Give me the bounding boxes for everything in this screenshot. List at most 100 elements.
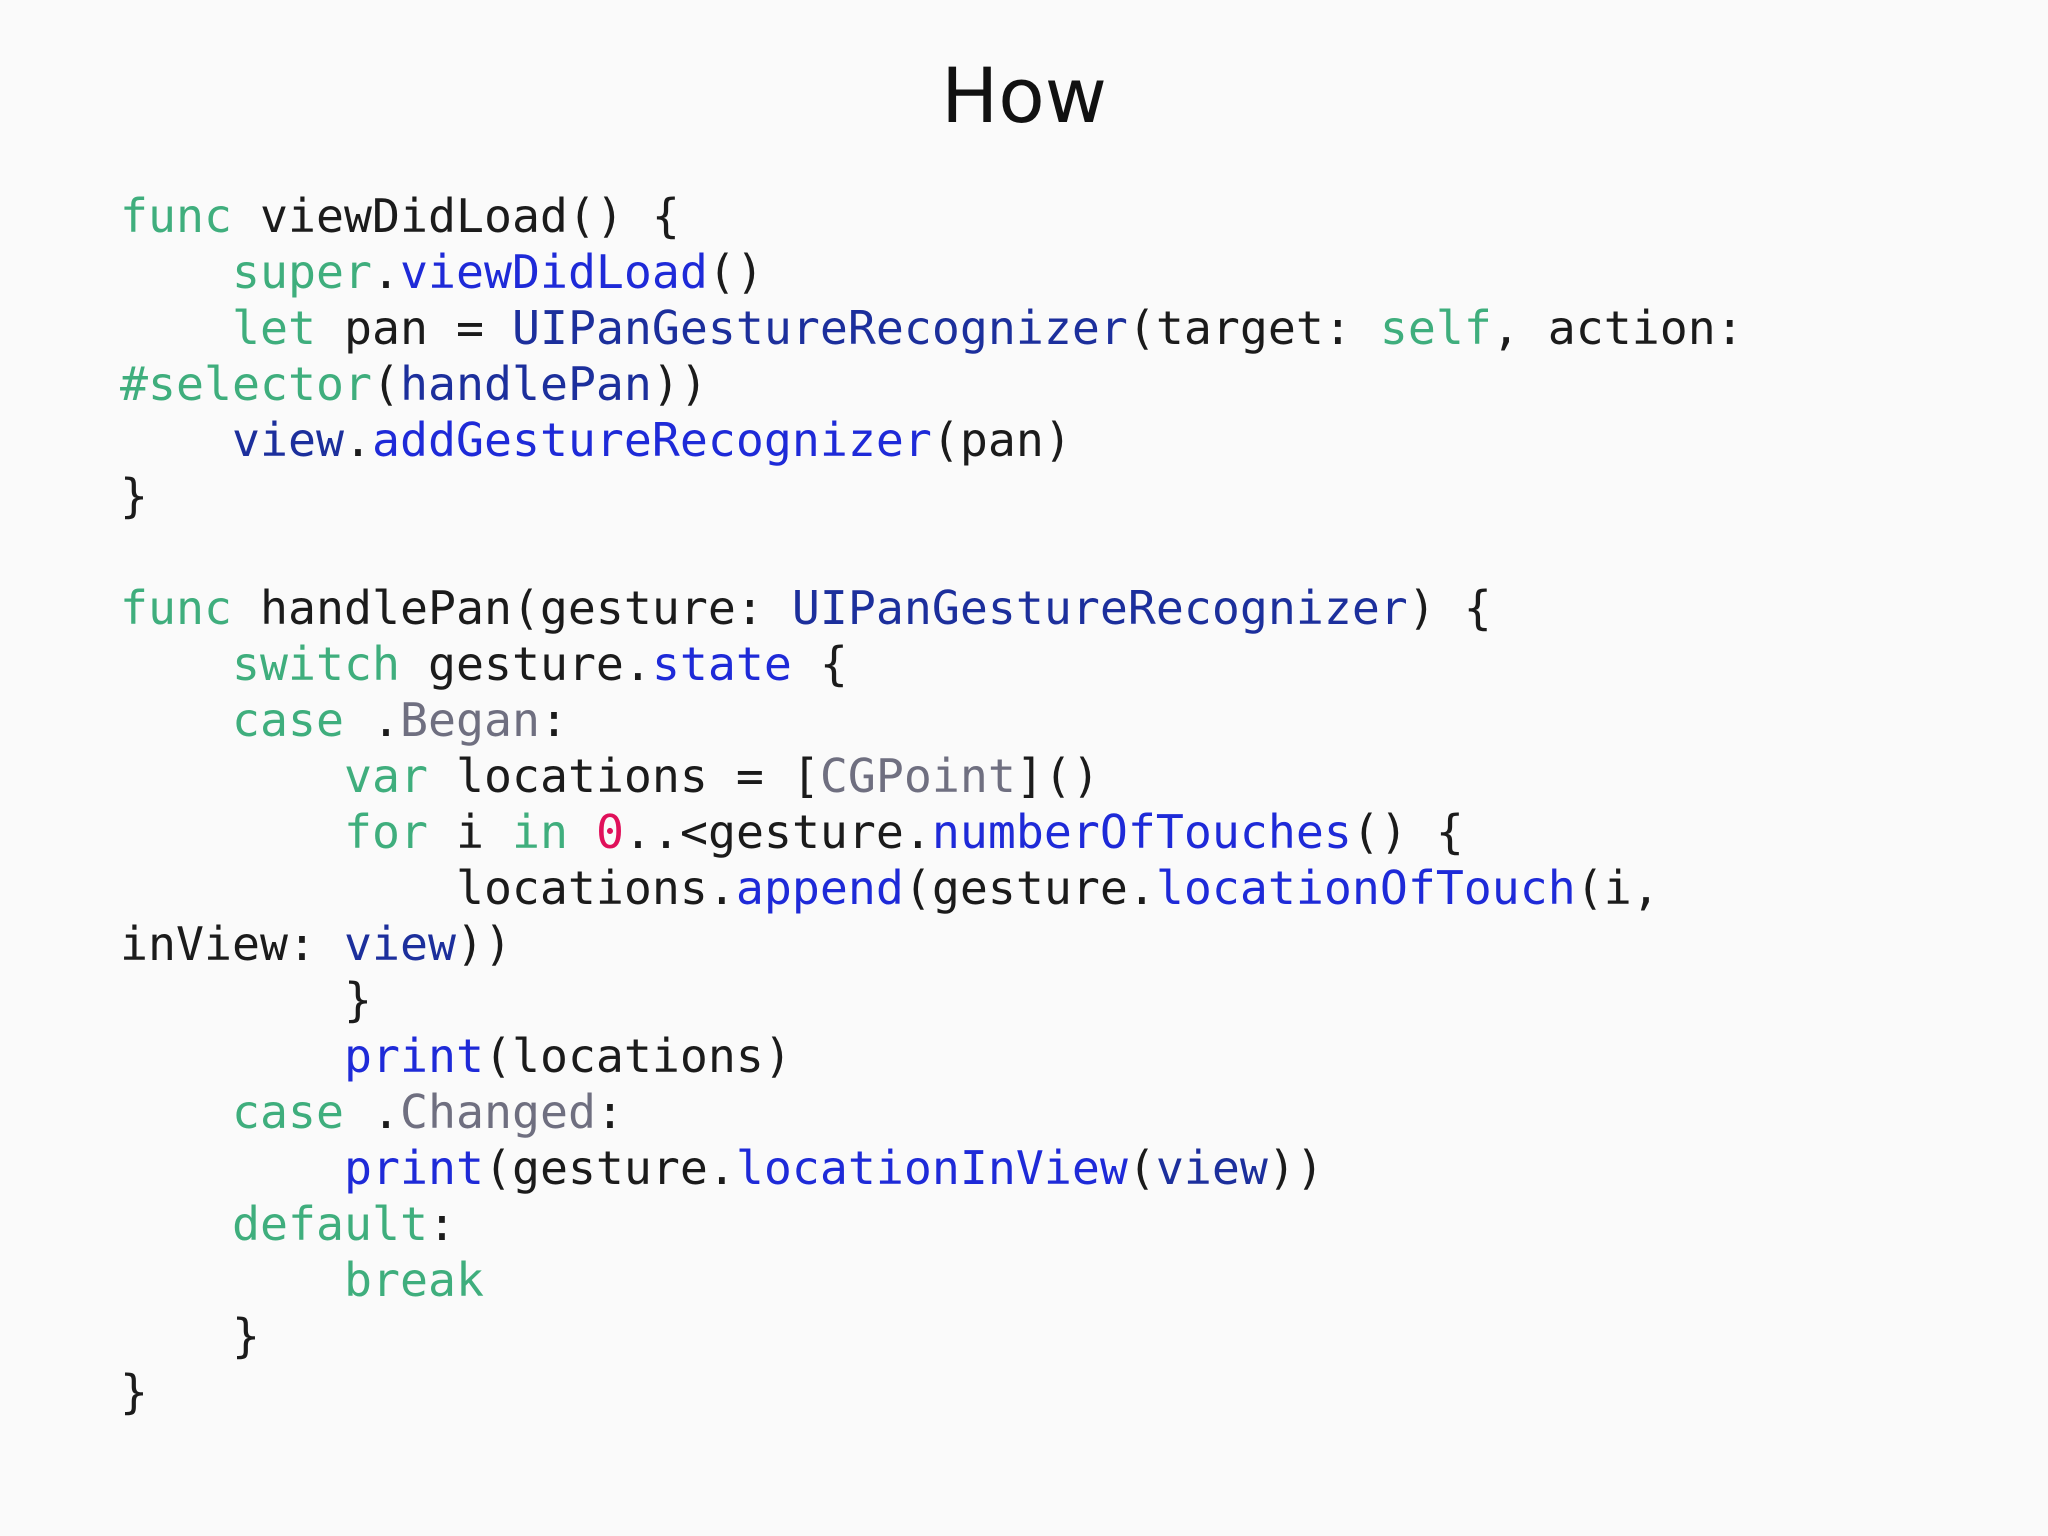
- code-line: }: [120, 1308, 1744, 1364]
- code-line: var locations = [CGPoint](): [120, 748, 1744, 804]
- code-token-plain: (: [1127, 1141, 1156, 1195]
- code-token-plain: (): [707, 245, 764, 299]
- code-line: default:: [120, 1196, 1744, 1252]
- code-token-plain: (i,: [1575, 861, 1660, 915]
- code-token-plain: .: [343, 413, 372, 467]
- code-token-enum: Changed: [399, 1085, 596, 1139]
- code-token-plain: }: [120, 973, 372, 1027]
- code-token-plain: )): [455, 917, 512, 971]
- code-token-plain: }: [120, 469, 148, 523]
- code-token-plain: }: [120, 1365, 148, 1419]
- code-token-type: UIPanGestureRecognizer: [511, 301, 1128, 355]
- code-line: inView: view)): [120, 916, 1744, 972]
- code-token-keyword: func: [120, 581, 232, 635]
- code-token-keyword: case: [231, 693, 344, 747]
- code-token-plain: viewDidLoad() {: [231, 189, 680, 243]
- code-token-plain: (: [371, 357, 400, 411]
- code-token-method: locationOfTouch: [1155, 861, 1576, 915]
- code-token-plain: gesture.: [399, 637, 652, 691]
- code-token-method: viewDidLoad: [399, 245, 708, 299]
- code-token-plain: :: [539, 693, 568, 747]
- code-token-type: handlePan: [399, 357, 652, 411]
- code-token-keyword: case: [231, 1085, 344, 1139]
- code-token-plain: .: [343, 1085, 400, 1139]
- code-token-type: view: [343, 917, 456, 971]
- slide: How func viewDidLoad() { super.viewDidLo…: [0, 0, 2048, 1536]
- code-token-plain: {: [791, 637, 848, 691]
- code-token-plain: }: [120, 1309, 260, 1363]
- code-token-type: view: [1155, 1141, 1268, 1195]
- code-token-keyword: in: [511, 805, 568, 859]
- code-token-number: 0: [595, 805, 624, 859]
- code-token-plain: handlePan(gesture:: [231, 581, 792, 635]
- code-block: func viewDidLoad() { super.viewDidLoad()…: [120, 188, 1744, 1420]
- code-line: super.viewDidLoad(): [120, 244, 1744, 300]
- code-token-plain: )): [651, 357, 708, 411]
- code-token-type: view: [231, 413, 344, 467]
- code-line: case .Changed:: [120, 1084, 1744, 1140]
- code-line: }: [120, 1364, 1744, 1420]
- code-token-plain: ](): [1015, 749, 1100, 803]
- code-token-plain: .: [343, 693, 400, 747]
- code-token-plain: locations.: [120, 861, 736, 915]
- code-token-method: state: [651, 637, 792, 691]
- code-line: case .Began:: [120, 692, 1744, 748]
- code-line: }: [120, 468, 1744, 524]
- code-token-enum: CGPoint: [819, 749, 1016, 803]
- code-token-keyword: func: [120, 189, 232, 243]
- code-token-plain: .: [371, 245, 400, 299]
- code-token-plain: (gesture.: [483, 1141, 736, 1195]
- code-line: locations.append(gesture.locationOfTouch…: [120, 860, 1744, 916]
- code-line: print(locations): [120, 1028, 1744, 1084]
- code-line: func viewDidLoad() {: [120, 188, 1744, 244]
- code-token-keyword: switch: [231, 637, 400, 691]
- code-line: break: [120, 1252, 1744, 1308]
- code-token-type: UIPanGestureRecognizer: [791, 581, 1408, 635]
- code-token-keyword: for: [343, 805, 428, 859]
- code-line: switch gesture.state {: [120, 636, 1744, 692]
- code-token-plain: inView:: [120, 917, 344, 971]
- code-token-keyword: #selector: [120, 357, 372, 411]
- code-token-plain: () {: [1351, 805, 1464, 859]
- code-token-plain: :: [595, 1085, 624, 1139]
- code-token-method: append: [735, 861, 904, 915]
- code-token-plain: )): [1267, 1141, 1324, 1195]
- code-token-keyword: let: [231, 301, 316, 355]
- code-token-plain: (target:: [1127, 301, 1380, 355]
- code-token-plain: , action:: [1491, 301, 1744, 355]
- code-token-plain: ..<gesture.: [623, 805, 932, 859]
- code-token-method: print: [343, 1029, 484, 1083]
- code-token-plain: ) {: [1407, 581, 1492, 635]
- code-line: for i in 0..<gesture.numberOfTouches() {: [120, 804, 1744, 860]
- code-token-plain: (gesture.: [903, 861, 1156, 915]
- code-line: let pan = UIPanGestureRecognizer(target:…: [120, 300, 1744, 356]
- code-line: #selector(handlePan)): [120, 356, 1744, 412]
- code-token-keyword: var: [343, 749, 428, 803]
- code-token-method: print: [343, 1141, 484, 1195]
- code-token-method: addGestureRecognizer: [371, 413, 932, 467]
- code-token-plain: locations = [: [427, 749, 820, 803]
- code-line: print(gesture.locationInView(view)): [120, 1140, 1744, 1196]
- code-token-method: locationInView: [735, 1141, 1128, 1195]
- code-line: func handlePan(gesture: UIPanGestureReco…: [120, 580, 1744, 636]
- code-token-plain: (pan): [931, 413, 1072, 467]
- code-token-plain: (locations): [483, 1029, 792, 1083]
- code-line: }: [120, 972, 1744, 1028]
- code-token-plain: pan =: [315, 301, 512, 355]
- slide-title: How: [941, 51, 1107, 140]
- code-token-keyword: super: [231, 245, 372, 299]
- code-token-keyword: default: [231, 1197, 428, 1251]
- code-token-enum: Began: [399, 693, 540, 747]
